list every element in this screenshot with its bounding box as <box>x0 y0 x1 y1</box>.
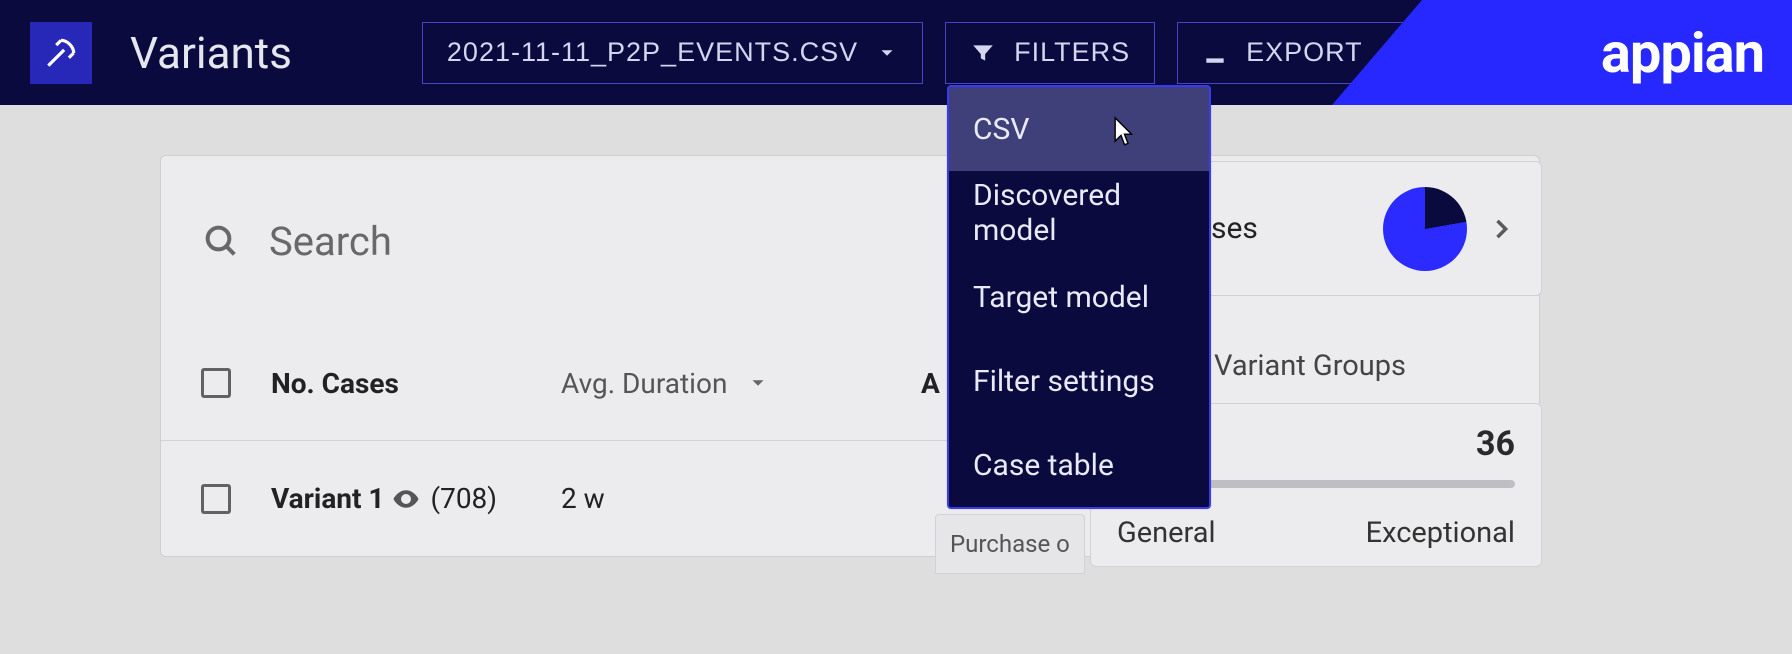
select-all-checkbox[interactable] <box>201 368 231 398</box>
chevron-right-icon <box>1487 215 1515 243</box>
brand-logo: appian <box>1601 20 1764 86</box>
file-dropdown[interactable]: 2021-11-11_P2P_EVENTS.CSV <box>422 22 923 84</box>
variant-count: (708) <box>431 482 498 515</box>
search-icon <box>201 221 241 261</box>
slider-label-left: General <box>1117 516 1216 550</box>
export-item-csv[interactable]: CSV <box>949 87 1209 171</box>
filters-button[interactable]: FILTERS <box>945 22 1155 84</box>
slider-label-right: Exceptional <box>1366 516 1515 550</box>
row-checkbox[interactable] <box>201 484 231 514</box>
col-no-cases[interactable]: No. Cases <box>271 367 561 400</box>
activity-chip[interactable]: Purchase o <box>935 514 1085 574</box>
page-title: Variants <box>130 27 292 79</box>
app-header: Variants 2021-11-11_P2P_EVENTS.CSV FILTE… <box>0 0 1792 105</box>
export-label: EXPORT <box>1246 37 1363 68</box>
export-item-target-model[interactable]: Target model <box>949 255 1209 339</box>
col-hidden-prefix: A <box>921 367 940 400</box>
search-placeholder: Search <box>269 218 392 265</box>
filter-icon <box>970 40 996 66</box>
variant-name: Variant 1 (708) <box>271 482 497 515</box>
export-item-case-table[interactable]: Case table <box>949 423 1209 507</box>
col-avg-duration[interactable]: Avg. Duration <box>561 367 921 400</box>
cases-pie-chart <box>1383 187 1467 271</box>
file-dropdown-label: 2021-11-11_P2P_EVENTS.CSV <box>447 37 858 68</box>
col-avg-duration-label: Avg. Duration <box>561 367 727 400</box>
filters-label: FILTERS <box>1014 37 1130 68</box>
brand-corner: appian <box>1332 0 1792 105</box>
sort-chevron-down-icon <box>747 372 769 394</box>
download-icon <box>1202 40 1228 66</box>
row-duration: 2 w <box>561 482 605 515</box>
app-icon <box>30 22 92 84</box>
eye-icon[interactable] <box>391 484 421 514</box>
export-item-discovered-model[interactable]: Discovered model <box>949 171 1209 255</box>
export-item-filter-settings[interactable]: Filter settings <box>949 339 1209 423</box>
variant-groups-title: Variant Groups <box>1214 349 1406 383</box>
chevron-down-icon <box>876 42 898 64</box>
cursor-icon <box>1107 115 1135 151</box>
pickaxe-icon <box>42 34 80 72</box>
export-menu: CSV Discovered model Target model Filter… <box>947 85 1211 509</box>
